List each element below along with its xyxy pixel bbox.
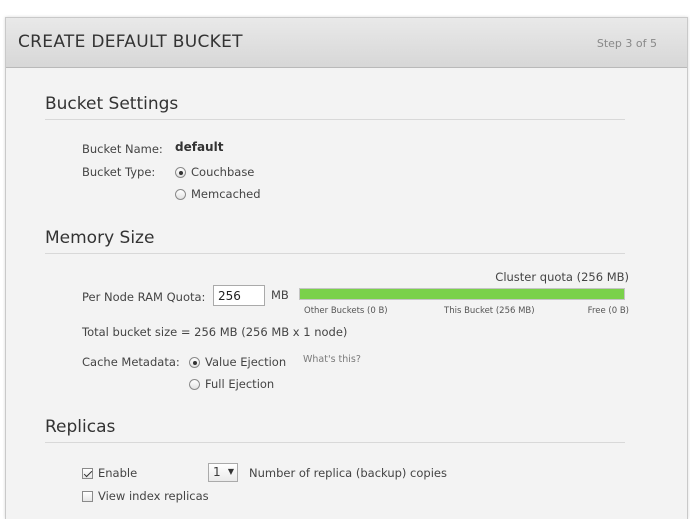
bucket-name-label: Bucket Name: — [82, 142, 163, 156]
other-buckets-label: Other Buckets (0 B) — [304, 306, 388, 316]
replica-count-value: 1 — [213, 465, 221, 479]
this-bucket-label: This Bucket (256 MB) — [444, 306, 535, 316]
cache-metadata-label: Cache Metadata: — [82, 355, 180, 369]
bucket-name-value: default — [175, 140, 224, 154]
radio-couchbase[interactable] — [175, 167, 186, 178]
bucket-settings-heading: Bucket Settings — [45, 94, 179, 114]
memory-size-heading: Memory Size — [45, 228, 155, 248]
replica-count-select[interactable]: 1 ▼ — [208, 463, 238, 482]
view-index-replicas-checkbox[interactable] — [82, 491, 93, 502]
free-label: Free (0 B) — [587, 306, 629, 316]
replicas-heading: Replicas — [45, 417, 116, 437]
radio-memcached-label[interactable]: Memcached — [191, 187, 261, 201]
dialog-title: CREATE DEFAULT BUCKET — [18, 32, 243, 52]
ram-quota-unit: MB — [271, 288, 289, 302]
step-indicator: Step 3 of 5 — [596, 37, 657, 50]
create-bucket-dialog: CREATE DEFAULT BUCKET Step 3 of 5 — [5, 17, 688, 519]
radio-couchbase-label[interactable]: Couchbase — [191, 165, 254, 179]
dialog-header: CREATE DEFAULT BUCKET Step 3 of 5 — [6, 18, 687, 68]
ram-quota-label: Per Node RAM Quota: — [82, 290, 206, 304]
quota-bar — [299, 288, 625, 300]
bucket-type-label: Bucket Type: — [82, 165, 156, 179]
radio-full-ejection-label[interactable]: Full Ejection — [205, 377, 274, 391]
section-divider — [45, 253, 625, 254]
section-divider — [45, 119, 625, 120]
radio-value-ejection-label[interactable]: Value Ejection — [205, 355, 286, 369]
this-bucket-fill — [300, 289, 624, 299]
whats-this-link[interactable]: What's this? — [303, 354, 361, 365]
ram-quota-input[interactable] — [213, 285, 265, 306]
section-divider — [45, 442, 625, 443]
radio-value-ejection[interactable] — [189, 357, 200, 368]
radio-memcached[interactable] — [175, 189, 186, 200]
enable-replicas-label[interactable]: Enable — [98, 466, 137, 480]
radio-full-ejection[interactable] — [189, 379, 200, 390]
cluster-quota-label: Cluster quota (256 MB) — [495, 270, 629, 284]
total-bucket-size: Total bucket size = 256 MB (256 MB x 1 n… — [82, 325, 348, 339]
view-index-replicas-label[interactable]: View index replicas — [98, 489, 209, 503]
chevron-down-icon: ▼ — [227, 467, 234, 476]
enable-replicas-checkbox[interactable] — [82, 468, 93, 479]
replica-count-label: Number of replica (backup) copies — [249, 466, 447, 480]
